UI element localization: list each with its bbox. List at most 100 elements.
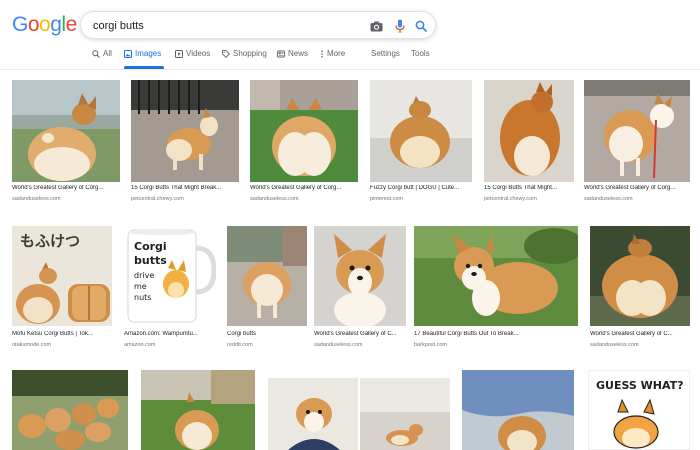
- result-source: petcentral.chewy.com: [131, 196, 184, 202]
- microphone-icon[interactable]: [392, 18, 408, 34]
- result-source: sadanduseless.com: [584, 196, 633, 202]
- result-source: sadanduseless.com: [314, 342, 363, 348]
- tab-tools[interactable]: Tools: [411, 49, 433, 69]
- tab-label: Settings: [371, 49, 400, 58]
- result-caption[interactable]: World's Greatest Gallery of Corg...: [250, 185, 358, 191]
- result-caption[interactable]: World's Greatest Gallery of C...: [590, 331, 690, 337]
- result-source: amazon.com: [124, 342, 156, 348]
- tab-shopping[interactable]: Shopping: [222, 49, 268, 69]
- result-source: petcentral.chewy.com: [484, 196, 537, 202]
- result-caption[interactable]: Mofu Ketsu Corgi Butts | Tok...: [12, 331, 112, 337]
- camera-icon[interactable]: [368, 18, 384, 34]
- image-result[interactable]: [268, 378, 358, 450]
- more-icon: [321, 50, 323, 58]
- search-icon[interactable]: [413, 18, 429, 34]
- image-result[interactable]: [484, 80, 574, 182]
- image-result[interactable]: [314, 226, 406, 326]
- image-result[interactable]: [414, 226, 578, 326]
- result-caption[interactable]: Amazon.com: Wampumtu...: [124, 331, 216, 337]
- image-result[interactable]: [360, 378, 450, 450]
- corgi-butt-photo: [131, 80, 239, 182]
- tab-label: Shopping: [233, 49, 267, 58]
- corgi-blanket-photo: [462, 370, 574, 450]
- guess-what-illustration: GUESS WHAT?: [588, 370, 690, 450]
- corgi-group-photo: [12, 370, 128, 450]
- search-icon: [92, 50, 100, 58]
- tab-label: Videos: [186, 49, 211, 58]
- tab-more[interactable]: More: [320, 49, 348, 69]
- logo-letter: o: [27, 13, 40, 36]
- result-caption[interactable]: 15 Corgi Butts That Might...: [484, 185, 574, 191]
- result-caption[interactable]: World's Greatest Gallery of Corg...: [12, 185, 120, 191]
- result-caption[interactable]: World's Greatest Gallery of Corg...: [584, 185, 690, 191]
- result-source: pinterest.com: [370, 196, 404, 202]
- tag-icon: [222, 50, 230, 58]
- google-logo[interactable]: Google: [12, 13, 77, 37]
- result-source: sadanduseless.com: [250, 196, 299, 202]
- image-result[interactable]: [462, 370, 574, 450]
- tab-label: Tools: [411, 49, 430, 58]
- search-input[interactable]: [93, 17, 363, 35]
- corgi-bread-photo: もふけつ: [12, 226, 112, 326]
- image-text: Corgi: [134, 240, 167, 253]
- result-source: reddit.com: [227, 342, 253, 348]
- image-text: me: [134, 282, 147, 291]
- tab-videos[interactable]: Videos: [175, 49, 211, 69]
- tab-all[interactable]: All: [92, 49, 114, 69]
- header-divider: [0, 69, 700, 70]
- tab-label: Images: [135, 49, 162, 58]
- video-icon: [175, 50, 183, 58]
- result-caption[interactable]: 15 Corgi Butts That Might Break...: [131, 185, 239, 191]
- news-icon: [277, 50, 285, 58]
- result-caption[interactable]: Fuzzy Corgi butt | DOGU | Cute...: [370, 185, 472, 191]
- corgi-butt-photo: [12, 80, 120, 182]
- search-box[interactable]: [80, 11, 436, 39]
- image-icon: [124, 50, 132, 58]
- image-text: butts: [134, 254, 167, 267]
- result-caption[interactable]: World's Greatest Gallery of C...: [314, 331, 406, 337]
- image-result[interactable]: [12, 80, 120, 182]
- result-caption[interactable]: 17 Beautiful Corgi Butts Out To Break...: [414, 331, 578, 337]
- tab-label: News: [288, 49, 309, 58]
- tab-images[interactable]: Images: [124, 49, 164, 69]
- corgi-butt-photo: [141, 370, 255, 450]
- result-source: barkpost.com: [414, 342, 448, 348]
- image-result[interactable]: Corgi butts drive me nuts: [124, 226, 216, 326]
- tab-settings[interactable]: Settings: [371, 49, 401, 69]
- image-result[interactable]: [370, 80, 472, 182]
- corgi-butt-photo: [227, 226, 307, 326]
- image-text: drive: [134, 271, 154, 280]
- corgi-butt-photo: [370, 80, 472, 182]
- corgi-butt-photo: [590, 226, 690, 326]
- result-source: sadanduseless.com: [12, 196, 61, 202]
- corgi-grass-photo: [414, 226, 578, 326]
- image-result[interactable]: [590, 226, 690, 326]
- image-text: nuts: [134, 293, 151, 302]
- image-text: もふけつ: [20, 232, 80, 250]
- tab-label: All: [103, 49, 112, 58]
- image-result[interactable]: もふけつ: [12, 226, 112, 326]
- result-source: otakumode.com: [12, 342, 52, 348]
- tab-news[interactable]: News: [277, 49, 311, 69]
- corgi-mug-photo: Corgi butts drive me nuts: [124, 226, 216, 326]
- corgi-floor-photo: [360, 378, 450, 450]
- result-caption[interactable]: Corgi butts: [227, 331, 307, 337]
- corgi-peek-photo: [268, 378, 358, 450]
- image-result[interactable]: [250, 80, 358, 182]
- search-tabs: All Images Videos Shopping News More Set…: [0, 44, 700, 69]
- image-result[interactable]: [227, 226, 307, 326]
- image-result[interactable]: [131, 80, 239, 182]
- corgi-butt-photo: [484, 80, 574, 182]
- logo-letter: G: [12, 13, 28, 36]
- image-result[interactable]: [584, 80, 690, 182]
- image-result[interactable]: [12, 370, 128, 450]
- corgi-face-photo: [314, 226, 406, 326]
- corgi-butt-photo: [250, 80, 358, 182]
- image-text: GUESS WHAT?: [596, 379, 684, 392]
- logo-letter: o: [39, 13, 51, 36]
- result-source: sadanduseless.com: [590, 342, 639, 348]
- tab-label: More: [327, 49, 346, 58]
- logo-letter: e: [65, 13, 78, 36]
- image-result[interactable]: [141, 370, 255, 450]
- image-result[interactable]: GUESS WHAT?: [588, 370, 690, 450]
